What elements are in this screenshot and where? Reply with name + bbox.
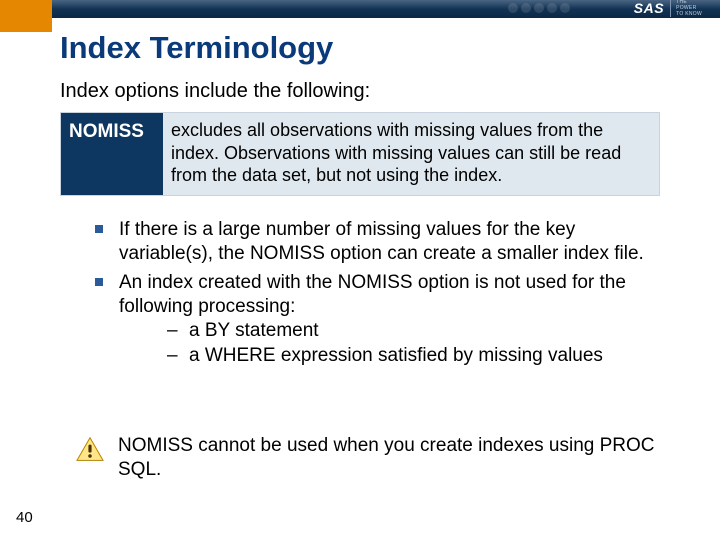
header-gloss: [52, 0, 720, 9]
sas-logo: SAS THE POWER TO KNOW: [634, 0, 702, 17]
dash-marker: –: [167, 319, 189, 343]
slide-subtitle: Index options include the following:: [60, 80, 370, 103]
warning-row: NOMISS cannot be used when you create in…: [76, 434, 666, 483]
accent-block: [0, 0, 52, 32]
sub-list: – a BY statement – a WHERE expression sa…: [167, 319, 665, 368]
dash-marker: –: [167, 344, 189, 368]
bullet-text: An index created with the NOMISS option …: [119, 271, 665, 320]
definition-box: NOMISS excludes all observations with mi…: [60, 112, 660, 196]
definition-description: excludes all observations with missing v…: [163, 113, 659, 195]
definition-term: NOMISS: [61, 113, 163, 195]
warning-icon: [76, 436, 104, 462]
page-number: 40: [16, 509, 33, 526]
decorative-dots: [508, 3, 570, 13]
list-item: An index created with the NOMISS option …: [95, 271, 665, 368]
warning-text: NOMISS cannot be used when you create in…: [118, 434, 666, 483]
header-bar: SAS THE POWER TO KNOW: [0, 0, 720, 32]
bullet-marker: [95, 271, 119, 368]
sub-item: – a BY statement: [167, 319, 665, 343]
bullet-text: If there is a large number of missing va…: [119, 218, 665, 267]
sub-text: a BY statement: [189, 319, 319, 343]
sub-text: a WHERE expression satisfied by missing …: [189, 344, 603, 368]
bullet-list: If there is a large number of missing va…: [95, 218, 665, 372]
slide-title: Index Terminology: [60, 30, 333, 66]
list-item: If there is a large number of missing va…: [95, 218, 665, 267]
sub-item: – a WHERE expression satisfied by missin…: [167, 344, 665, 368]
logo-tagline: THE POWER TO KNOW: [670, 0, 702, 17]
logo-text: SAS: [634, 0, 664, 16]
bullet-marker: [95, 218, 119, 267]
